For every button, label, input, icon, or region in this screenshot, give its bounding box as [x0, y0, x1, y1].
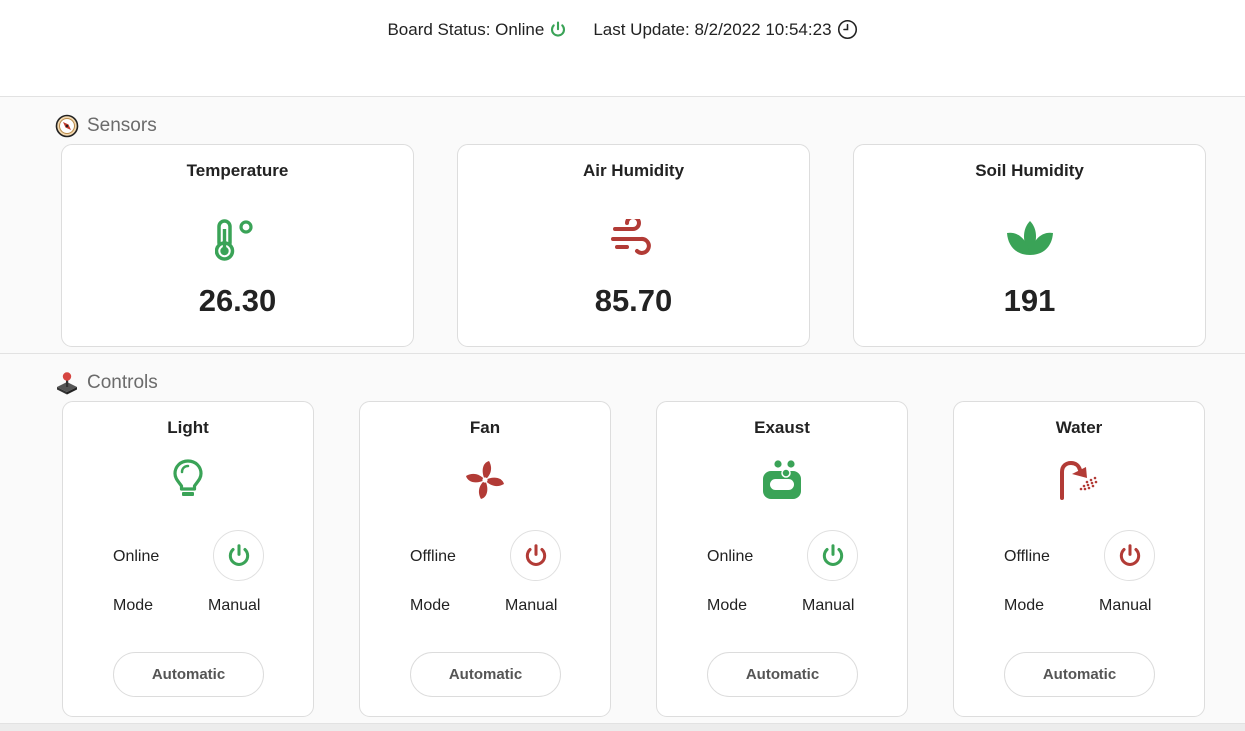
- control-card-exaust: Exaust Online Mode Manual Automatic: [656, 401, 908, 717]
- status-line: Board Status: Online Last Update: 8/2/20…: [0, 19, 1245, 40]
- power-icon: [525, 543, 546, 566]
- sensor-title: Soil Humidity: [975, 161, 1084, 180]
- clock-icon: [837, 19, 857, 40]
- leaf-icon: [1006, 221, 1053, 255]
- compass-icon: [55, 114, 79, 138]
- mode-label: Mode: [113, 597, 154, 614]
- mode-value: Manual: [505, 597, 558, 614]
- lightbulb-icon: [173, 459, 203, 496]
- sensor-title: Air Humidity: [582, 161, 685, 180]
- mode-value: Manual: [802, 597, 855, 614]
- mode-label: Mode: [1004, 597, 1045, 614]
- last-update-text: Last Update: 8/2/2022 10:54:23: [593, 19, 832, 39]
- control-state: Offline: [1004, 548, 1050, 565]
- sensor-value: 85.70: [594, 283, 673, 318]
- board-status-text: Board Status: Online: [387, 19, 545, 39]
- sensor-card-air-humidity: Air Humidity 85.70: [457, 144, 810, 347]
- automatic-button[interactable]: Automatic: [113, 652, 264, 697]
- automatic-button[interactable]: Automatic: [707, 652, 858, 697]
- control-title: Exaust: [754, 418, 810, 437]
- control-state: Online: [707, 548, 754, 565]
- control-card-light: Light Online Mode Manual Automatic: [62, 401, 314, 717]
- top-bar: Board Status: Online Last Update: 8/2/20…: [0, 0, 1245, 97]
- board-status: Board Status: Online: [387, 20, 567, 40]
- shower-icon: [1060, 460, 1098, 500]
- control-title: Light: [167, 418, 209, 437]
- power-button[interactable]: [1104, 530, 1155, 581]
- bottom-strip: [0, 724, 1245, 731]
- power-icon: [228, 543, 249, 566]
- sensor-title: Temperature: [186, 161, 289, 180]
- thermometer-celsius-icon: [214, 219, 253, 261]
- power-icon: [551, 20, 566, 37]
- power-button[interactable]: [807, 530, 858, 581]
- last-update: Last Update: 8/2/2022 10:54:23: [593, 19, 857, 40]
- fan-icon: [466, 461, 504, 499]
- power-button[interactable]: [510, 530, 561, 581]
- controls-title: Controls: [87, 372, 158, 393]
- sensor-card-soil-humidity: Soil Humidity 191: [853, 144, 1206, 347]
- automatic-button[interactable]: Automatic: [1004, 652, 1155, 697]
- sensors-heading: Sensors: [55, 114, 157, 138]
- power-button[interactable]: [213, 530, 264, 581]
- wind-icon: [610, 219, 651, 255]
- sensors-section: Sensors Temperature 26.30 Air Humidity 8…: [0, 97, 1245, 354]
- control-title: Fan: [469, 418, 501, 437]
- sensor-card-temperature: Temperature 26.30: [61, 144, 414, 347]
- control-card-water: Water Offline Mode Manual Automatic: [953, 401, 1205, 717]
- sensor-value: 191: [1003, 283, 1056, 318]
- soap-icon: [763, 460, 801, 499]
- mode-label: Mode: [410, 597, 451, 614]
- sensor-value: 26.30: [198, 283, 277, 318]
- control-card-fan: Fan Offline Mode Manual Automatic: [359, 401, 611, 717]
- mode-value: Manual: [208, 597, 261, 614]
- mode-label: Mode: [707, 597, 748, 614]
- mode-value: Manual: [1099, 597, 1152, 614]
- controls-section: Controls Light Online Mode Manual Automa…: [0, 354, 1245, 724]
- power-icon: [822, 543, 843, 566]
- joystick-icon: [57, 372, 77, 395]
- controls-heading: Controls: [55, 371, 158, 395]
- control-state: Online: [113, 548, 160, 565]
- control-title: Water: [1055, 418, 1103, 437]
- sensors-title: Sensors: [87, 115, 157, 136]
- power-icon: [1119, 543, 1140, 566]
- control-state: Offline: [410, 548, 456, 565]
- automatic-button[interactable]: Automatic: [410, 652, 561, 697]
